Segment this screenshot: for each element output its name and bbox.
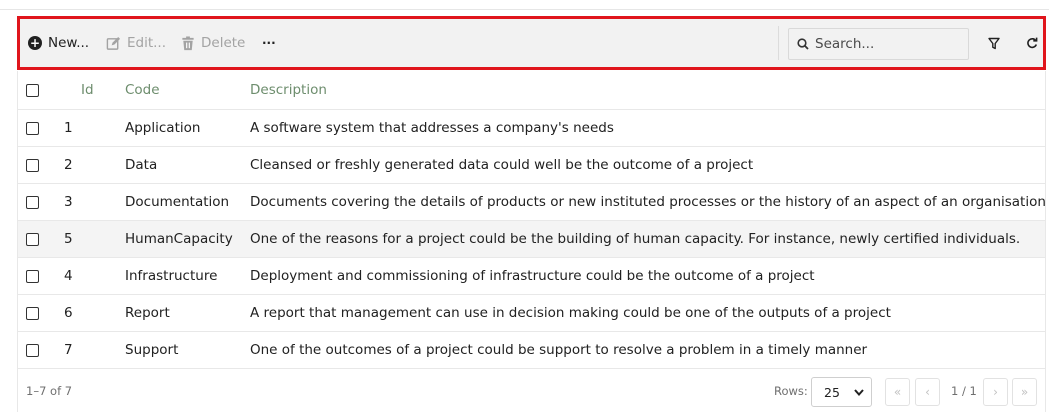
- row-checkbox[interactable]: [26, 343, 39, 357]
- rows-per-page-select[interactable]: 25: [811, 377, 872, 407]
- cell-code: Data: [125, 157, 158, 173]
- filter-button[interactable]: [982, 19, 1006, 67]
- row-checkbox[interactable]: [26, 306, 39, 320]
- refresh-button[interactable]: [1020, 19, 1044, 67]
- next-page-icon: ›: [993, 385, 998, 399]
- select-all-checkbox[interactable]: [26, 83, 39, 97]
- data-grid: Id Code Description 1 Application A soft…: [17, 71, 1046, 369]
- row-select-cell: [26, 221, 39, 257]
- row-checkbox[interactable]: [26, 232, 39, 246]
- cell-code: HumanCapacity: [125, 231, 233, 247]
- edit-icon: [106, 36, 121, 50]
- record-count: 1–7 of 7: [26, 383, 73, 398]
- cell-id: 1: [64, 120, 73, 136]
- cell-description: A software system that addresses a compa…: [250, 120, 614, 136]
- cell-code: Application: [125, 120, 201, 136]
- top-divider: [0, 9, 1049, 10]
- toolbar-separator: [778, 26, 779, 60]
- refresh-icon: [1027, 37, 1038, 49]
- cell-description: A report that management can use in deci…: [250, 305, 891, 321]
- more-icon: ···: [262, 36, 276, 50]
- more-button[interactable]: ···: [262, 19, 276, 67]
- cell-id: 3: [64, 194, 73, 210]
- table-row[interactable]: 6 Report A report that management can us…: [18, 295, 1045, 332]
- row-select-cell: [26, 295, 39, 331]
- column-header-description[interactable]: Description: [250, 71, 327, 109]
- cell-id: 7: [64, 342, 73, 358]
- plus-circle-icon: +: [28, 36, 42, 50]
- cell-id: 4: [64, 268, 73, 284]
- select-all-cell: [26, 71, 39, 109]
- cell-description: One of the outcomes of a project could b…: [250, 342, 868, 358]
- cell-code: Documentation: [125, 194, 230, 210]
- next-page-button[interactable]: ›: [983, 378, 1008, 406]
- cell-id: 5: [64, 231, 73, 247]
- table-row-highlighted[interactable]: 5 HumanCapacity One of the reasons for a…: [18, 221, 1045, 258]
- delete-button[interactable]: Delete: [181, 19, 245, 67]
- table-header-row: Id Code Description: [18, 71, 1045, 110]
- row-select-cell: [26, 332, 39, 368]
- cell-code: Report: [125, 305, 170, 321]
- first-page-button[interactable]: «: [885, 378, 910, 406]
- cell-code: Infrastructure: [125, 268, 218, 284]
- table-row[interactable]: 7 Support One of the outcomes of a proje…: [18, 332, 1045, 369]
- column-header-code[interactable]: Code: [125, 71, 160, 109]
- new-button[interactable]: + New...: [28, 19, 89, 67]
- last-page-button[interactable]: »: [1012, 378, 1037, 406]
- first-page-icon: «: [893, 385, 902, 399]
- row-select-cell: [26, 147, 39, 183]
- table-row[interactable]: 4 Infrastructure Deployment and commissi…: [18, 258, 1045, 295]
- table-row[interactable]: 2 Data Cleansed or freshly generated dat…: [18, 147, 1045, 184]
- edit-button[interactable]: Edit...: [106, 19, 166, 67]
- column-header-id[interactable]: Id: [81, 71, 94, 109]
- page-indicator: 1 / 1: [951, 383, 977, 398]
- cell-id: 2: [64, 157, 73, 173]
- row-checkbox[interactable]: [26, 158, 39, 172]
- trash-icon: [182, 35, 194, 50]
- cell-description: One of the reasons for a project could b…: [250, 231, 1021, 247]
- chevron-down-icon: [854, 389, 864, 397]
- rows-per-page-label: Rows:: [774, 383, 808, 398]
- row-checkbox[interactable]: [26, 121, 39, 135]
- previous-page-icon: ‹: [925, 385, 930, 399]
- last-page-icon: »: [1020, 385, 1029, 399]
- new-button-label: New...: [48, 35, 90, 51]
- search-box[interactable]: [788, 28, 969, 60]
- row-checkbox[interactable]: [26, 269, 39, 283]
- toolbar: + New... Edit... Delete ···: [17, 16, 1046, 70]
- row-select-cell: [26, 110, 39, 146]
- previous-page-button[interactable]: ‹: [915, 378, 940, 406]
- grid-footer: 1–7 of 7 Rows: 25 « ‹ 1 / 1 › »: [17, 369, 1046, 412]
- table-row[interactable]: 3 Documentation Documents covering the d…: [18, 184, 1046, 221]
- cell-description: Documents covering the details of produc…: [250, 194, 1046, 210]
- filter-icon: [988, 37, 1000, 49]
- cell-description: Cleansed or freshly generated data could…: [250, 157, 754, 173]
- cell-description: Deployment and commissioning of infrastr…: [250, 268, 815, 284]
- search-input[interactable]: [815, 36, 955, 52]
- table-row[interactable]: 1 Application A software system that add…: [18, 110, 1045, 147]
- rows-per-page-value: 25: [824, 384, 840, 400]
- row-checkbox[interactable]: [26, 195, 39, 209]
- cell-code: Support: [125, 342, 179, 358]
- row-select-cell: [26, 184, 39, 220]
- cell-id: 6: [64, 305, 73, 321]
- search-icon: [797, 38, 809, 50]
- row-select-cell: [26, 258, 39, 294]
- delete-button-label: Delete: [201, 35, 246, 51]
- edit-button-label: Edit...: [127, 35, 167, 51]
